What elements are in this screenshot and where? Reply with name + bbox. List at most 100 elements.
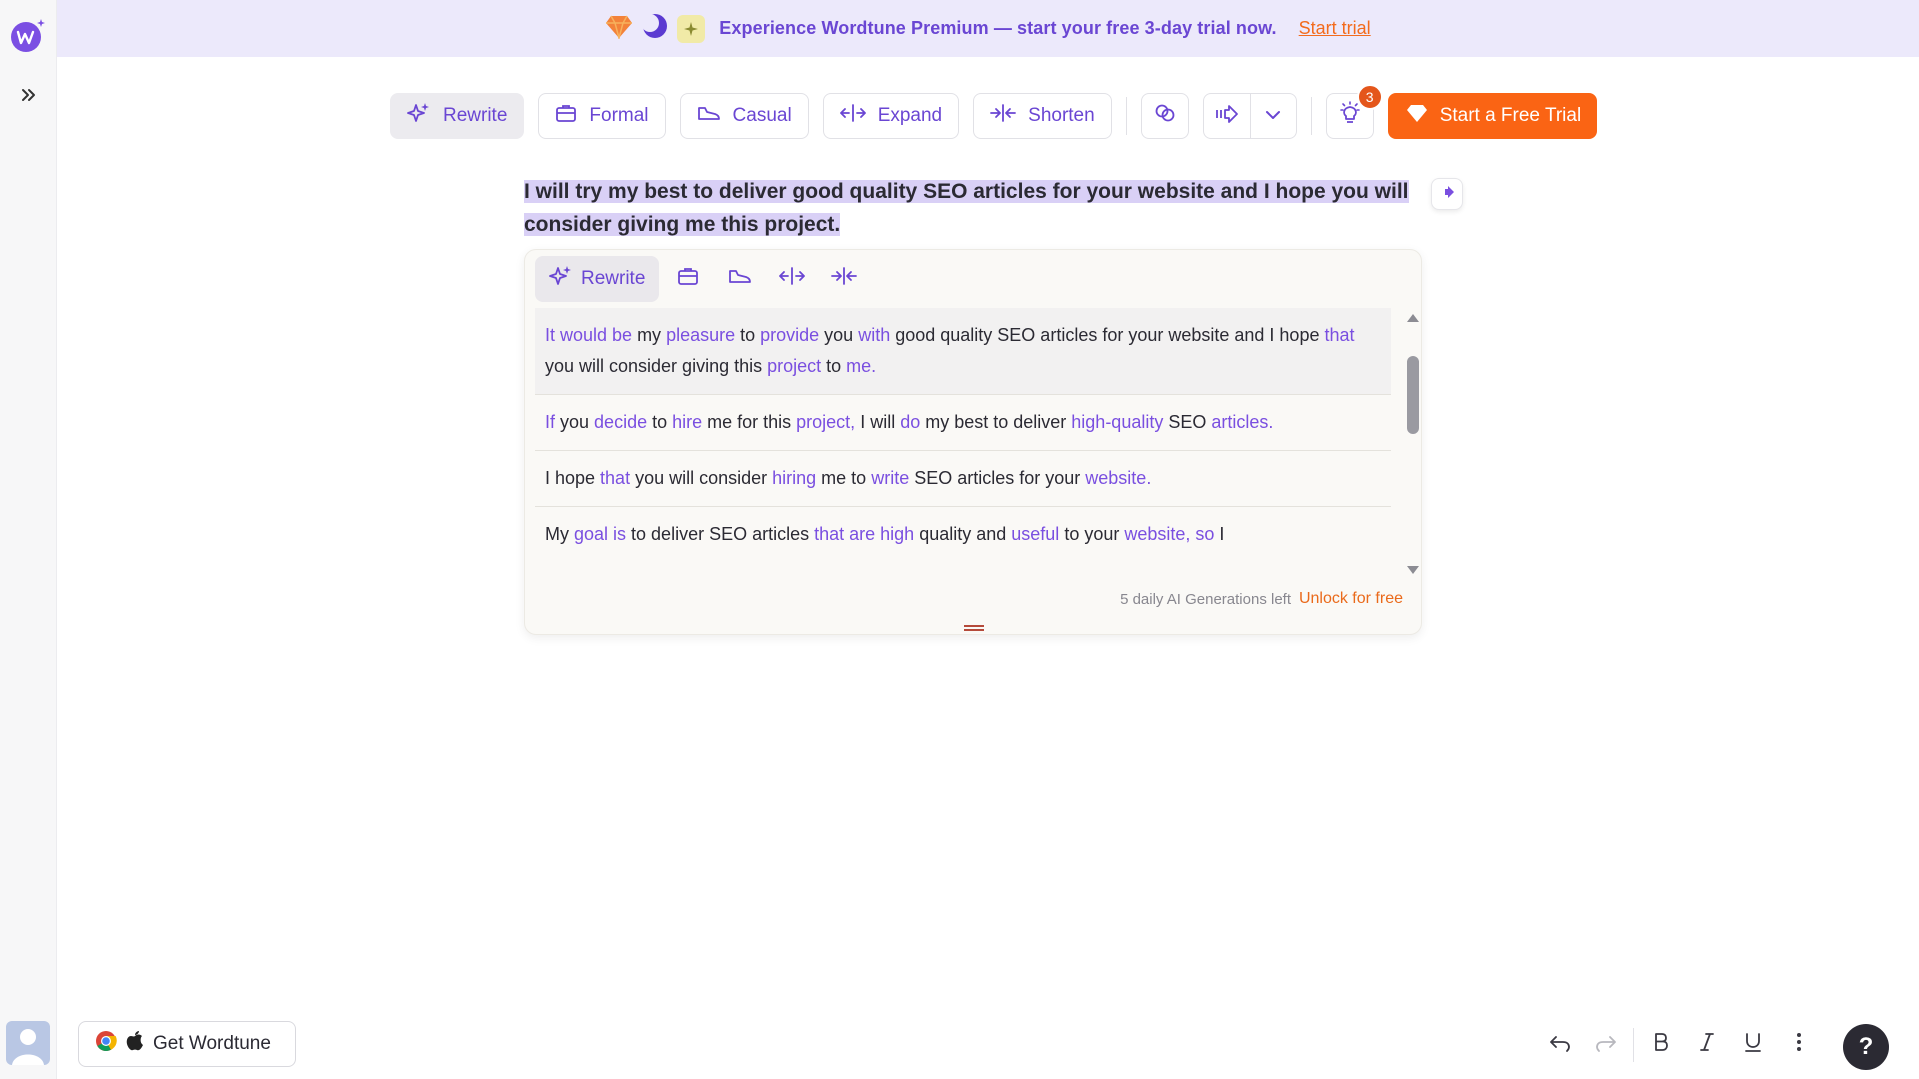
arrow-right-icon (1438, 185, 1456, 204)
formal-button[interactable]: Formal (538, 93, 666, 139)
rewrite-button[interactable]: Rewrite (390, 93, 525, 139)
suggestion-text: to deliver SEO articles (626, 524, 815, 544)
avatar[interactable] (6, 1021, 50, 1065)
shorten-icon (831, 266, 858, 292)
formal-tab[interactable] (665, 256, 711, 302)
changed-word: do (900, 412, 921, 432)
suggestion-text: my best to deliver (920, 412, 1072, 432)
suggestion-text: you (555, 412, 595, 432)
bold-icon (1653, 1032, 1669, 1058)
apply-suggestion-button[interactable] (1431, 178, 1463, 210)
changed-word: that (1324, 325, 1355, 345)
selected-text[interactable]: I will try my best to deliver good quali… (524, 180, 1409, 236)
format-divider (1633, 1028, 1634, 1062)
sparkles-icon (407, 101, 431, 131)
changed-word: website. (1085, 468, 1152, 488)
suggestion-text: SEO (1163, 412, 1212, 432)
changed-word: project, (796, 412, 856, 432)
sparkle-icon (677, 14, 706, 43)
casual-button[interactable]: Casual (679, 93, 809, 139)
wordtune-logo[interactable] (9, 16, 47, 54)
help-button[interactable]: ? (1843, 1024, 1889, 1070)
get-wordtune-label: Get Wordtune (153, 1033, 271, 1054)
rewrite-tab[interactable]: Rewrite (535, 256, 660, 302)
suggestion-text: I hope (545, 468, 601, 488)
changed-word: pleasure (666, 325, 736, 345)
diamond-icon (1406, 103, 1428, 129)
briefcase-icon (677, 266, 699, 292)
changed-word: hire (672, 412, 703, 432)
bold-button[interactable] (1638, 1022, 1684, 1068)
diamond-icon (605, 13, 633, 44)
unlock-for-free-link[interactable]: Unlock for free (1299, 590, 1403, 608)
chrome-icon (95, 1030, 117, 1058)
notification-badge: 3 (1356, 84, 1383, 110)
suggestion-item[interactable]: My goal is to deliver SEO articles that … (535, 507, 1391, 562)
scroll-up-arrow[interactable] (1407, 314, 1419, 322)
rewrite-label: Rewrite (443, 105, 508, 126)
get-wordtune-button[interactable]: Get Wordtune (78, 1021, 296, 1067)
toolbar-divider (1310, 97, 1312, 135)
tips-button[interactable]: 3 (1325, 84, 1383, 139)
undo-button[interactable] (1537, 1022, 1583, 1068)
more-options-button[interactable] (1776, 1022, 1822, 1068)
shorten-tab[interactable] (821, 256, 867, 302)
shorten-button[interactable]: Shorten (973, 93, 1112, 139)
kebab-menu-icon (1796, 1032, 1802, 1058)
chevron-down-icon (1265, 107, 1281, 125)
casual-tab[interactable] (717, 256, 763, 302)
changed-word: with (858, 325, 891, 345)
sparkles-icon (549, 264, 573, 294)
suggestion-text: you (819, 325, 859, 345)
premium-banner: Experience Wordtune Premium — start your… (57, 0, 1919, 57)
start-free-trial-button[interactable]: Start a Free Trial (1387, 93, 1598, 139)
suggestion-item[interactable]: It would be my pleasure to provide you w… (535, 308, 1391, 395)
changed-word: articles. (1211, 412, 1274, 432)
scrollbar-thumb[interactable] (1407, 356, 1419, 434)
resize-handle[interactable] (964, 625, 984, 631)
suggestion-list: It would be my pleasure to provide you w… (535, 308, 1391, 588)
suggestion-text: to your (1059, 524, 1125, 544)
shorten-icon (990, 103, 1017, 129)
shoe-icon (697, 103, 721, 129)
suggestion-text: you will consider (630, 468, 773, 488)
trial-label: Start a Free Trial (1439, 105, 1582, 126)
redo-icon (1595, 1032, 1617, 1058)
undo-icon (1549, 1032, 1571, 1058)
arrow-tool-button[interactable] (1204, 94, 1250, 138)
suggestion-modes: Rewrite (535, 256, 867, 302)
changed-word: website, so (1124, 524, 1215, 544)
underline-icon (1744, 1032, 1762, 1058)
apple-icon (125, 1030, 145, 1058)
expand-icon (839, 103, 866, 129)
suggestion-text: my (632, 325, 667, 345)
changed-word: that (600, 468, 631, 488)
editor-text[interactable]: I will try my best to deliver good quali… (524, 175, 1424, 241)
underline-button[interactable] (1730, 1022, 1776, 1068)
suggestion-item[interactable]: I hope that you will consider hiring me … (535, 451, 1391, 507)
suggestion-text: to (735, 325, 761, 345)
suggestions-panel: Rewrite It would be my pleasure to provi… (524, 249, 1422, 635)
suggestion-item[interactable]: If you decide to hire me for this projec… (535, 395, 1391, 451)
redo-button[interactable] (1583, 1022, 1629, 1068)
shorten-label: Shorten (1028, 105, 1095, 126)
italic-button[interactable] (1684, 1022, 1730, 1068)
formal-label: Formal (589, 105, 649, 126)
expand-sidebar-icon[interactable] (14, 80, 44, 110)
expand-label: Expand (877, 105, 943, 126)
changed-word: goal is (574, 524, 627, 544)
scroll-down-arrow[interactable] (1407, 566, 1419, 574)
banner-text: Experience Wordtune Premium — start your… (719, 18, 1277, 38)
suggestion-text: I (1214, 524, 1225, 544)
start-trial-link[interactable]: Start trial (1299, 18, 1371, 39)
expand-button[interactable]: Expand (822, 93, 960, 139)
changed-word: hiring (772, 468, 817, 488)
briefcase-icon (555, 103, 577, 129)
link-icon (1154, 102, 1176, 130)
left-rail (0, 0, 57, 1079)
toolbar-divider (1125, 97, 1127, 135)
more-tools-dropdown[interactable] (1249, 94, 1296, 138)
expand-tab[interactable] (769, 256, 815, 302)
link-button[interactable] (1140, 93, 1189, 139)
more-tools-split-button (1202, 93, 1297, 139)
